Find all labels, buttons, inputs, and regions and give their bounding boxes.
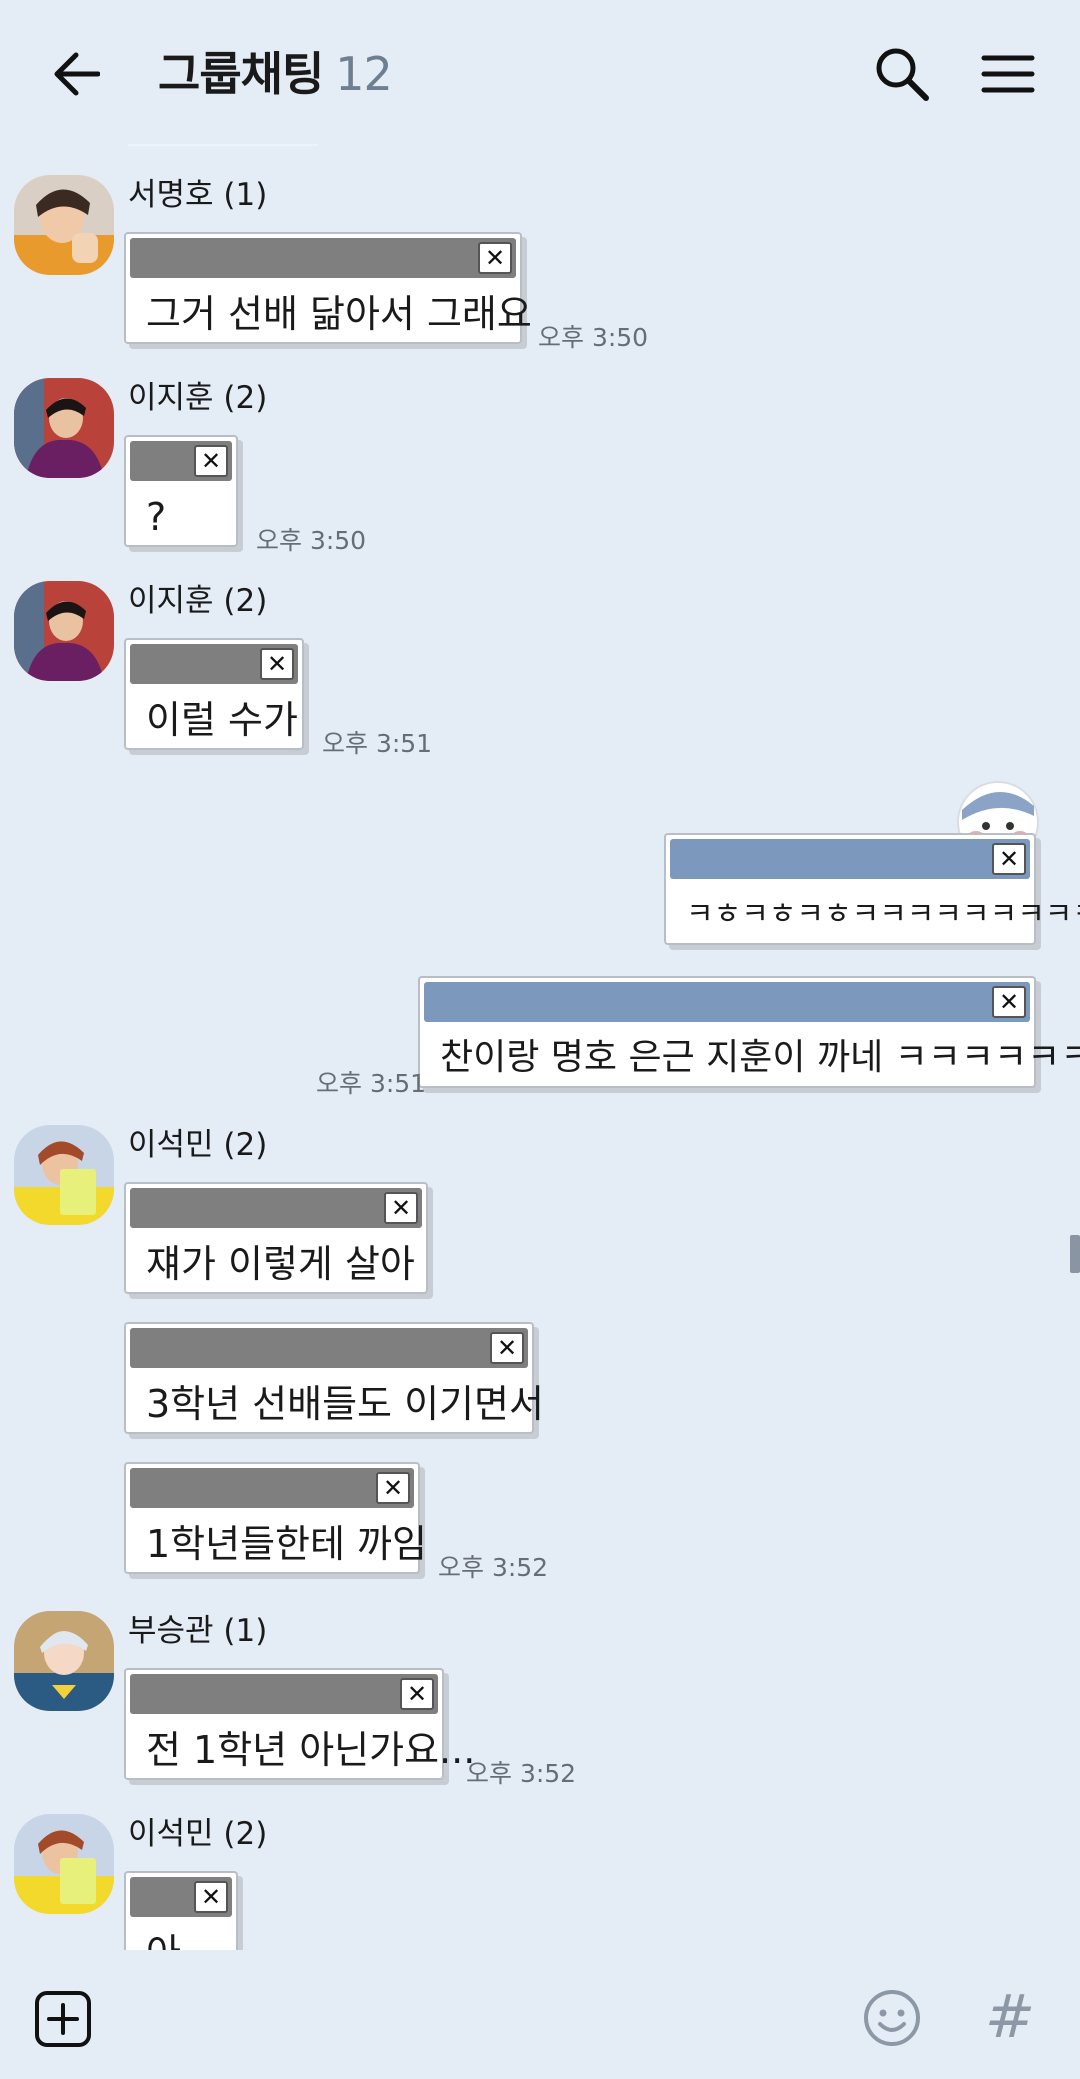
hamburger-menu-icon bbox=[981, 55, 1035, 93]
close-icon: ✕ bbox=[400, 1678, 434, 1710]
my-message-bubble[interactable]: ✕ 찬이랑 명호 은근 지훈이 까네 ㅋㅋㅋㅋㅋㅋ bbox=[418, 976, 1080, 1088]
header: 그룹채팅 12 bbox=[0, 0, 1080, 148]
chat-screen: 그룹채팅 12 서명호 (1) ✕ 그거 선배 닮아서 그래요 오후 3:50 … bbox=[0, 0, 1080, 2079]
avatar-photo bbox=[14, 1814, 114, 1914]
close-icon: ✕ bbox=[478, 242, 512, 274]
bubble-titlebar bbox=[130, 1674, 438, 1714]
back-arrow-icon bbox=[54, 52, 100, 96]
close-icon: ✕ bbox=[194, 1881, 228, 1913]
close-icon: ✕ bbox=[376, 1472, 410, 1504]
input-bar: # bbox=[0, 1950, 1080, 2079]
message-text: 1학년들한테 까임 bbox=[146, 1522, 427, 1566]
smiley-icon bbox=[864, 1990, 920, 2046]
message-bubble[interactable]: ✕ 그거 선배 닮아서 그래요 bbox=[124, 232, 532, 344]
timestamp: 오후 3:51 bbox=[316, 1069, 427, 1098]
chat-title: 그룹채팅 12 bbox=[158, 40, 393, 108]
close-icon: ✕ bbox=[490, 1332, 524, 1364]
scrollbar-thumb[interactable] bbox=[1070, 1235, 1080, 1273]
my-message-bubble[interactable]: ✕ ㅋㅎㅋㅎㅋㅎㅋㅋㅋㅋㅋㅋㅋㅋㅋ bbox=[664, 833, 1080, 945]
back-button[interactable] bbox=[46, 44, 106, 104]
message-text: 쟤가 이렇게 살아 bbox=[146, 1242, 415, 1286]
avatar-leejihoon[interactable] bbox=[14, 581, 114, 681]
message-bubble[interactable]: ✕ 1학년들한테 까임 bbox=[124, 1462, 427, 1574]
message-text: 3학년 선배들도 이기면서 bbox=[146, 1382, 544, 1426]
avatar-photo bbox=[14, 175, 114, 275]
message-text: 그거 선배 닮아서 그래요 bbox=[146, 292, 532, 336]
search-icon bbox=[876, 48, 929, 101]
avatar-leeseokmin[interactable] bbox=[14, 1814, 114, 1914]
message-bubble[interactable]: ✕ 이럴 수가 bbox=[124, 638, 304, 750]
timestamp: 오후 3:50 bbox=[256, 526, 367, 555]
sender-name: 서명호 (1) bbox=[128, 177, 268, 213]
message-list[interactable]: 서명호 (1) ✕ 그거 선배 닮아서 그래요 오후 3:50 이지훈 (2) … bbox=[0, 150, 1080, 1950]
bubble-titlebar bbox=[130, 1188, 422, 1228]
message-text: ? bbox=[146, 495, 167, 539]
message-bubble[interactable]: ✕ 아 bbox=[124, 1871, 238, 1950]
emoji-button[interactable] bbox=[862, 1988, 922, 2048]
sender-name: 부승관 (1) bbox=[128, 1613, 268, 1649]
bubble-titlebar bbox=[130, 1468, 414, 1508]
add-attachment-button[interactable] bbox=[34, 1990, 92, 2048]
timestamp: 오후 3:51 bbox=[322, 729, 433, 758]
message-text: 전 1학년 아닌가요... bbox=[146, 1728, 476, 1772]
plus-square-icon bbox=[35, 1991, 91, 2047]
message-text: 이럴 수가 bbox=[146, 698, 298, 742]
avatar-photo bbox=[14, 378, 114, 478]
close-icon: ✕ bbox=[194, 445, 228, 477]
message-bubble[interactable]: ✕ 쟤가 이렇게 살아 bbox=[124, 1182, 428, 1294]
message-bubble[interactable]: ✕ 전 1학년 아닌가요... bbox=[124, 1668, 476, 1780]
timestamp: 오후 3:52 bbox=[438, 1553, 549, 1582]
message-text: ㅋㅎㅋㅎㅋㅎㅋㅋㅋㅋㅋㅋㅋㅋㅋ bbox=[686, 897, 1080, 932]
avatar-leejihoon[interactable] bbox=[14, 378, 114, 478]
close-icon: ✕ bbox=[992, 843, 1026, 875]
avatar-photo bbox=[14, 1611, 114, 1711]
bubble-titlebar bbox=[130, 1328, 528, 1368]
avatar-photo bbox=[14, 1125, 114, 1225]
search-button[interactable] bbox=[872, 44, 932, 104]
timestamp: 오후 3:50 bbox=[538, 323, 649, 352]
bubble-titlebar bbox=[424, 982, 1030, 1022]
close-icon: ✕ bbox=[260, 648, 294, 680]
divider bbox=[128, 144, 318, 146]
timestamp: 오후 3:52 bbox=[466, 1759, 577, 1788]
avatar-leeseokmin[interactable] bbox=[14, 1125, 114, 1225]
bubble-titlebar bbox=[130, 238, 516, 278]
avatar-seomyungho[interactable] bbox=[14, 175, 114, 275]
menu-button[interactable] bbox=[978, 44, 1038, 104]
close-icon: ✕ bbox=[384, 1192, 418, 1224]
avatar-booseungkwan[interactable] bbox=[14, 1611, 114, 1711]
close-icon: ✕ bbox=[992, 986, 1026, 1018]
chat-title-text: 그룹채팅 bbox=[158, 47, 324, 101]
sender-name: 이지훈 (2) bbox=[128, 583, 268, 619]
message-text: 아 bbox=[146, 1925, 220, 1950]
sender-name: 이석민 (2) bbox=[128, 1127, 268, 1163]
message-text: 찬이랑 명호 은근 지훈이 까네 ㅋㅋㅋㅋㅋㅋ bbox=[440, 1037, 1080, 1078]
message-bubble[interactable]: ✕ 3학년 선배들도 이기면서 bbox=[124, 1322, 544, 1434]
message-bubble[interactable]: ✕ ? bbox=[124, 435, 238, 547]
sender-name: 이석민 (2) bbox=[128, 1816, 268, 1852]
hashtag-button[interactable]: # bbox=[980, 1982, 1040, 2052]
member-count: 12 bbox=[335, 47, 393, 101]
sender-name: 이지훈 (2) bbox=[128, 380, 268, 416]
avatar-photo bbox=[14, 581, 114, 681]
bubble-titlebar bbox=[670, 839, 1030, 879]
